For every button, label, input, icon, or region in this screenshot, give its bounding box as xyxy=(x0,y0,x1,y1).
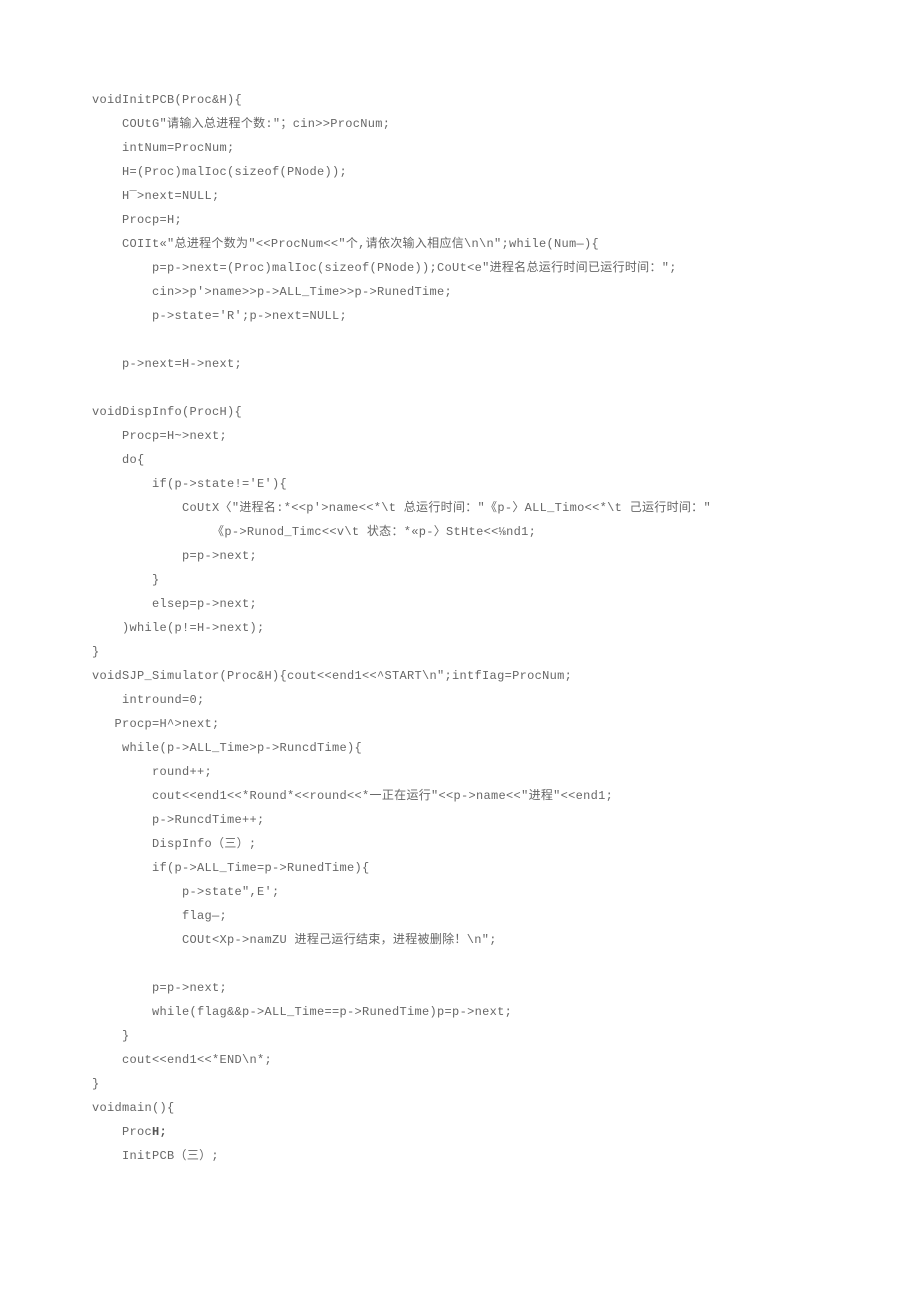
code-line: H‾>next=NULL; xyxy=(92,189,220,203)
code-line: CoUtX〈″进程名:*<<p'>name<<*\t 总运行时间：″《p-〉AL… xyxy=(92,501,711,515)
code-block: voidInitPCB(Proc&H){ COUtG″请输入总进程个数:″；ci… xyxy=(92,88,828,1168)
code-line: p->next=H->next; xyxy=(92,357,242,371)
code-line: voidSJP_Simulator(Proc&H){cout<<end1<<^S… xyxy=(92,669,572,683)
code-line: intNum=ProcNum; xyxy=(92,141,235,155)
code-line: COUt<Xp->namZU 进程己运行结束，进程被删除！\n″; xyxy=(92,933,497,947)
code-line: elsep=p->next; xyxy=(92,597,257,611)
code-line: p=p->next; xyxy=(92,981,227,995)
code-line: } xyxy=(92,645,100,659)
code-line: DispInfo（三）; xyxy=(92,837,256,851)
code-line: if(p->state!='E'){ xyxy=(92,477,287,491)
code-line: )while(p!=H->next); xyxy=(92,621,265,635)
bold-text: H; xyxy=(152,1125,167,1139)
code-line: p=p->next; xyxy=(92,549,257,563)
code-line: } xyxy=(92,1077,100,1091)
code-line: cout<<end1<<*END\n*; xyxy=(92,1053,272,1067)
code-line: do{ xyxy=(92,453,145,467)
code-line: p->RuncdTime++; xyxy=(92,813,265,827)
code-line: cout<<end1<<*Round*<<round<<*一正在运行″<<p->… xyxy=(92,789,613,803)
code-line: round++; xyxy=(92,765,212,779)
code-line: voidDispInfo(ProcH){ xyxy=(92,405,242,419)
code-line: Procp=H; xyxy=(92,213,182,227)
code-line: } xyxy=(92,573,160,587)
code-line: intround=0; xyxy=(92,693,205,707)
code-line: } xyxy=(92,1029,130,1043)
code-line: voidInitPCB(Proc&H){ xyxy=(92,93,242,107)
code-line: p->state",E'; xyxy=(92,885,280,899)
code-line: voidmain(){ xyxy=(92,1101,175,1115)
code-line: p=p->next=(Proc)malIoc(sizeof(PNode));Co… xyxy=(92,261,677,275)
code-line: COUtG″请输入总进程个数:″；cin>>ProcNum; xyxy=(92,117,390,131)
code-line: flag—; xyxy=(92,909,227,923)
code-line: Procp=H^>next; xyxy=(92,717,220,731)
code-line: Procp=H~>next; xyxy=(92,429,227,443)
code-line: COIIt«″总进程个数为″<<ProcNum<<″个,请依次输入相应信\n\n… xyxy=(92,237,599,251)
code-line: 《p->Runod_Timc<<v\t 状态：*«p-〉StHte<<⅛nd1; xyxy=(92,525,536,539)
code-line: cin>>p'>name>>p->ALL_Time>>p->RunedTime; xyxy=(92,285,452,299)
code-line: if(p->ALL_Time=p->RunedTime){ xyxy=(92,861,370,875)
code-line: H=(Proc)malIoc(sizeof(PNode)); xyxy=(92,165,347,179)
code-line: while(flag&&p->ALL_Time==p->RunedTime)p=… xyxy=(92,1005,512,1019)
code-line: InitPCB（三）; xyxy=(92,1149,219,1163)
code-line: while(p->ALL_Time>p->RuncdTime){ xyxy=(92,741,362,755)
code-line: p->state='R';p->next=NULL; xyxy=(92,309,347,323)
code-line: ProcH; xyxy=(92,1125,167,1139)
